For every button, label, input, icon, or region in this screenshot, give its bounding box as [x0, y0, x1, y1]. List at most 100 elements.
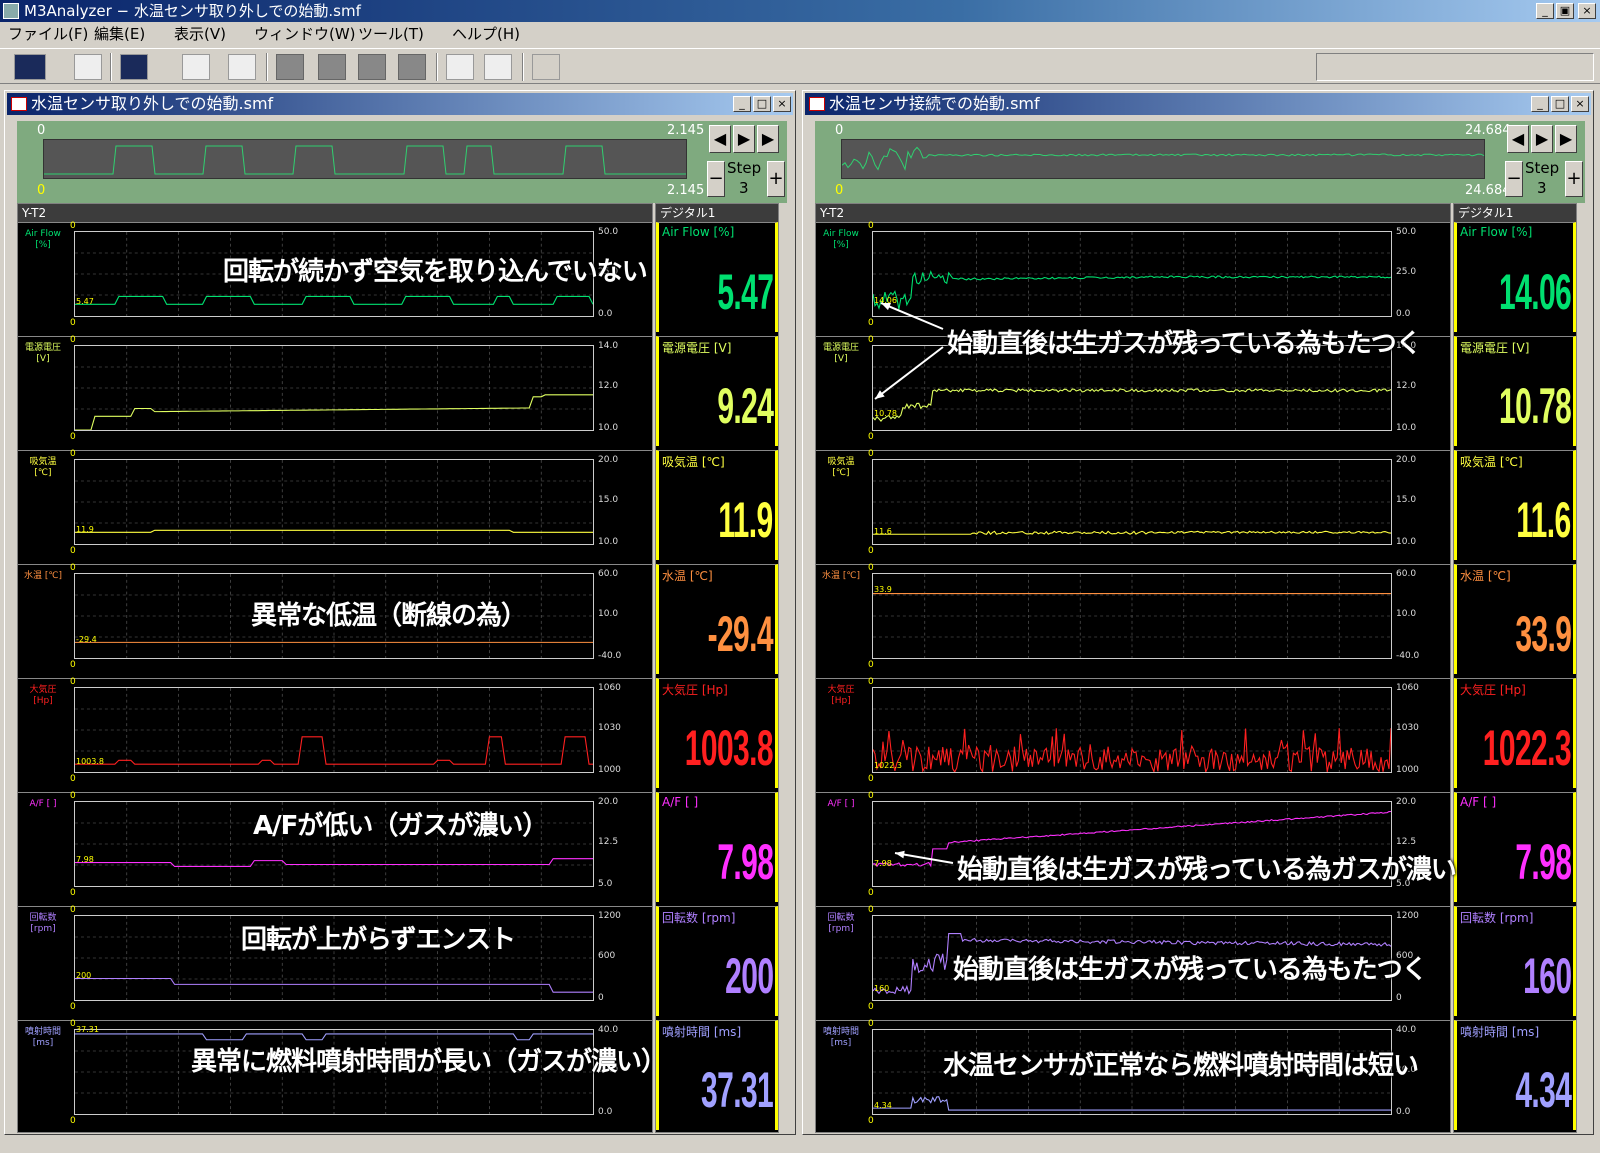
channel-name: 大気圧 [Hp]	[827, 685, 855, 706]
next-button[interactable]: ▶	[757, 125, 779, 153]
chart-icon[interactable]	[14, 54, 46, 80]
prev-button[interactable]: ◀	[709, 125, 731, 153]
digital-value: 33.9	[1515, 606, 1572, 662]
digital-value: 37.31	[700, 1062, 774, 1118]
play-button[interactable]: ▶	[1531, 125, 1553, 153]
menu-window[interactable]: ウィンドウ(W)	[254, 22, 356, 46]
axis-zero-label: 0	[868, 1116, 874, 1126]
cursor-value: 200	[76, 971, 92, 980]
digital-title: デジタル1	[656, 204, 778, 222]
monitor-icon[interactable]	[228, 54, 256, 80]
print-icon[interactable]	[484, 54, 512, 80]
digital-value: 14.06	[1498, 264, 1572, 320]
y-tick-top: 20.0	[1396, 797, 1417, 807]
y-tick-mid: 1030	[598, 723, 621, 733]
y-tick-top: 50.0	[1396, 227, 1417, 237]
axis-zero-label: 0	[70, 546, 76, 556]
axis-zero-label: 0	[868, 791, 874, 801]
cursor-value: 10.78	[874, 409, 897, 419]
digital-row: 水温 [℃] 33.9	[1454, 564, 1576, 674]
menu-view[interactable]: 表示(V)	[174, 22, 226, 46]
channel-name: 回転数 [rpm]	[827, 913, 855, 934]
gray-flag-icon[interactable]	[318, 54, 346, 80]
trend-plot[interactable]	[74, 459, 594, 545]
pane-maximize-button[interactable]: □	[1551, 96, 1569, 112]
menu-file[interactable]: ファイル(F)	[8, 22, 88, 46]
y-tick-top: 60.0	[598, 569, 619, 579]
channel-name: 噴射時間 [ms]	[24, 1027, 61, 1048]
digital-row: Air Flow [%] 14.06	[1454, 222, 1576, 332]
pane-maximize-button[interactable]: □	[753, 96, 771, 112]
annotation-text: 異常な低温（断線の為）	[251, 601, 527, 631]
step-minus-button[interactable]: −	[1505, 161, 1523, 197]
annotation-text: 始動直後は生ガスが残っている為ガスが濃い	[957, 855, 1457, 885]
overview-strip[interactable]: 0 24.684 0 24.684 ◀ ▶ ▶ − Step 3 +	[815, 121, 1585, 203]
channel-name: 吸気温 [℃]	[827, 457, 855, 478]
ruler-icon[interactable]	[182, 54, 210, 80]
trend-plot[interactable]	[872, 687, 1392, 773]
annotation-text: 水温センサが正常なら燃料噴射時間は短い	[943, 1051, 1419, 1081]
cursor-value: -29.4	[76, 635, 97, 644]
close-button[interactable]: ×	[1578, 3, 1596, 19]
digital-row: 噴射時間 [ms] 4.34	[1454, 1020, 1576, 1130]
gray-block-icon[interactable]	[276, 54, 304, 80]
axis-zero-label: 0	[868, 335, 874, 345]
menu-tools[interactable]: ツール(T)	[358, 22, 424, 46]
overview-strip[interactable]: 0 2.145 0 2.145 ◀ ▶ ▶ − Step 3 +	[17, 121, 787, 203]
transfer-icon[interactable]	[120, 54, 148, 80]
menu-help[interactable]: ヘルプ(H)	[452, 22, 520, 46]
axis-zero-label: 0	[70, 221, 76, 231]
digital-channel-name: 吸気温 [℃]	[662, 455, 725, 469]
y-tick-bottom: 10.0	[1396, 537, 1417, 547]
trend-plot[interactable]	[74, 687, 594, 773]
axis-zero-label: 0	[70, 563, 76, 573]
pane-close-button[interactable]: ×	[1571, 96, 1589, 112]
step-control: − Step 3 +	[707, 157, 787, 201]
restore-button[interactable]: ▣	[1556, 3, 1574, 19]
trend-plot[interactable]	[74, 345, 594, 431]
step-plus-button[interactable]: +	[1565, 161, 1583, 197]
y-tick-mid: 25.0	[1396, 267, 1417, 277]
digital-row: A/F [ ] 7.98	[1454, 792, 1576, 902]
pane-close-button[interactable]: ×	[773, 96, 791, 112]
y-tick-bottom: 1000	[598, 765, 621, 775]
cursor-value: 11.6	[874, 527, 892, 536]
trend-row: Air Flow [%] 0 0 50.0 25.0 0.0 14.06	[816, 221, 1450, 332]
axis-zero-label: 0	[868, 221, 874, 231]
channel-name: Air Flow [%]	[25, 229, 61, 250]
overview-graph[interactable]	[841, 139, 1485, 179]
trend-plot[interactable]	[872, 459, 1392, 545]
trend-trace	[75, 460, 593, 544]
step-control: − Step 3 +	[1505, 157, 1585, 201]
menu-edit[interactable]: 編集(E)	[94, 22, 145, 46]
digital-panel: デジタル1 Air Flow [%] 5.47 電源電圧 [V] 9.24 吸気温 [℃]…	[655, 203, 779, 1133]
y-tick-top: 40.0	[1396, 1025, 1417, 1035]
digital-row: 回転数 [rpm] 200	[656, 906, 778, 1016]
trend-plot[interactable]	[872, 231, 1392, 317]
axis-zero-label: 0	[868, 318, 874, 328]
overview-trace	[841, 146, 1485, 171]
pane-minimize-button[interactable]: _	[733, 96, 751, 112]
step-plus-button[interactable]: +	[767, 161, 785, 197]
digital-value: 5.47	[717, 264, 774, 320]
overview-graph[interactable]	[43, 139, 687, 179]
cursor-value: 4.34	[874, 1101, 892, 1110]
gray-tzc-icon[interactable]	[398, 54, 426, 80]
annotation-text: A/Fが低い（ガスが濃い）	[253, 811, 548, 841]
next-button[interactable]: ▶	[1555, 125, 1577, 153]
y-tick-bottom: 1000	[1396, 765, 1419, 775]
channel-name: Air Flow [%]	[823, 229, 859, 250]
scope-icon[interactable]	[74, 54, 102, 80]
minimize-button[interactable]: _	[1536, 3, 1554, 19]
digital-channel-name: 水温 [℃]	[1460, 569, 1511, 583]
prev-button[interactable]: ◀	[1507, 125, 1529, 153]
bug-icon[interactable]	[532, 54, 560, 80]
y-tick-mid: 15.0	[598, 495, 619, 505]
annotation-text: 始動直後は生ガスが残っている為もたつく	[953, 955, 1428, 985]
gray-frame-icon[interactable]	[358, 54, 386, 80]
play-button[interactable]: ▶	[733, 125, 755, 153]
trend-plot[interactable]	[872, 573, 1392, 659]
preview-icon[interactable]	[446, 54, 474, 80]
step-minus-button[interactable]: −	[707, 161, 725, 197]
pane-minimize-button[interactable]: _	[1531, 96, 1549, 112]
